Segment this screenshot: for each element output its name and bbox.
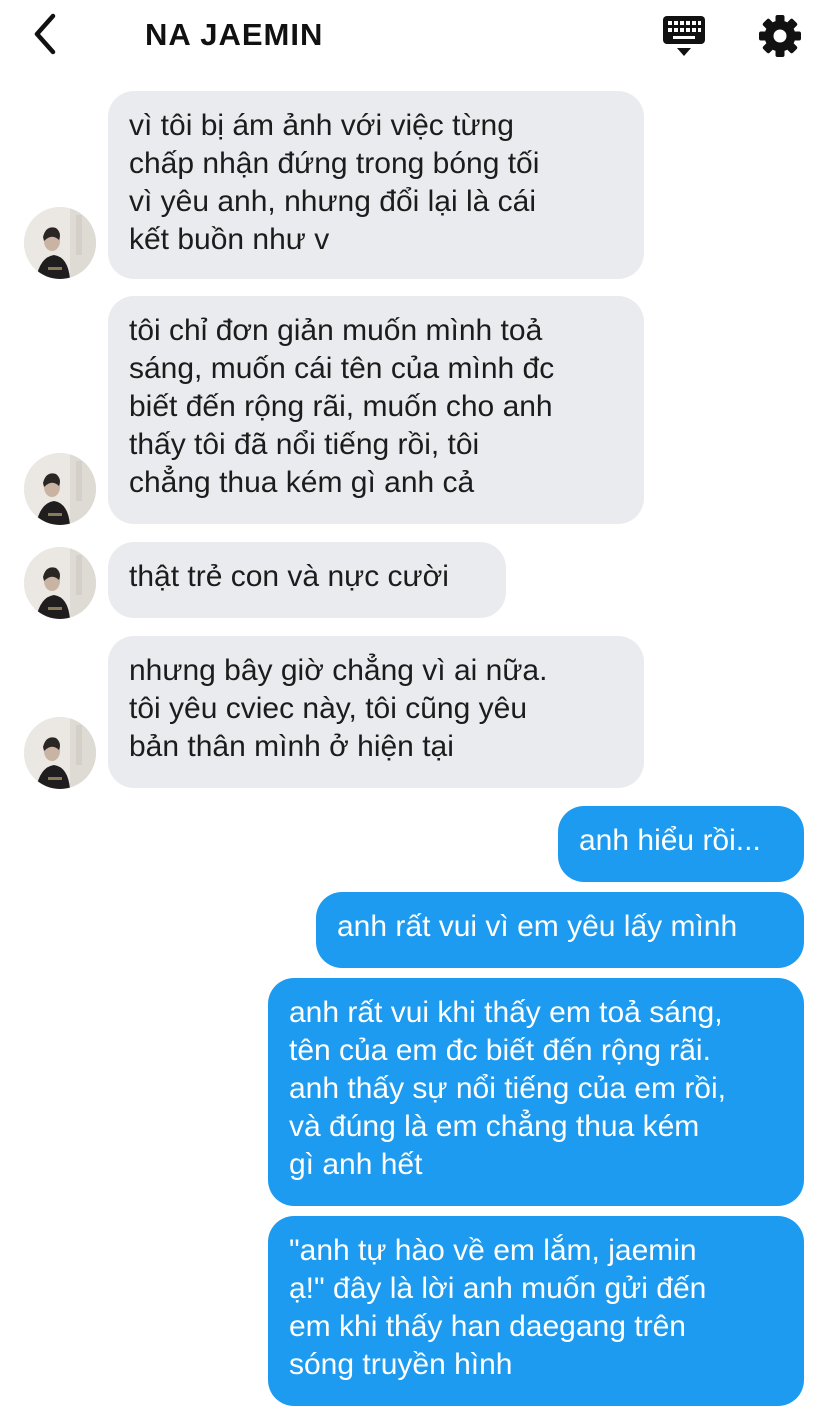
- contact-name: NA JAEMIN: [145, 17, 324, 52]
- settings-button[interactable]: [756, 12, 804, 60]
- avatar[interactable]: [24, 717, 96, 789]
- message-bubble-outgoing[interactable]: anh rất vui vì em yêu lấy mình: [316, 892, 804, 968]
- message-bubble-incoming[interactable]: nhưng bây giờ chẳng vì ai nữa. tôi yêu c…: [108, 636, 644, 788]
- message-bubble-incoming[interactable]: tôi chỉ đơn giản muốn mình toả sáng, muố…: [108, 296, 644, 524]
- chat-header: NA JAEMIN: [0, 0, 828, 76]
- avatar[interactable]: [24, 453, 96, 525]
- message-bubble-incoming[interactable]: vì tôi bị ám ảnh với việc từng chấp nhận…: [108, 91, 644, 279]
- gear-icon: [759, 15, 801, 57]
- avatar[interactable]: [24, 547, 96, 619]
- message-bubble-outgoing[interactable]: anh hiểu rồi...: [558, 806, 804, 882]
- chevron-left-icon: [34, 13, 56, 55]
- message-bubble-incoming[interactable]: thật trẻ con và nực cười: [108, 542, 506, 618]
- back-button[interactable]: [22, 12, 66, 56]
- message-bubble-outgoing[interactable]: anh rất vui khi thấy em toả sáng, tên củ…: [268, 978, 804, 1206]
- keyboard-button[interactable]: [660, 12, 710, 60]
- keyboard-icon: [663, 16, 705, 56]
- message-bubble-outgoing[interactable]: "anh tự hào về em lắm, jaemin ạ!" đây là…: [268, 1216, 804, 1406]
- avatar[interactable]: [24, 207, 96, 279]
